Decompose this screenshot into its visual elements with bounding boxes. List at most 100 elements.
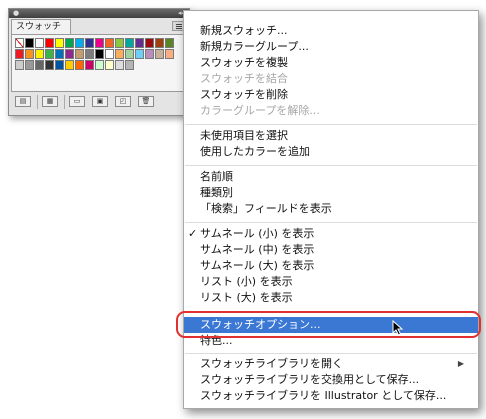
color-swatch[interactable] bbox=[125, 49, 134, 59]
menu-item-sort-by-name[interactable]: 名前順 bbox=[184, 169, 478, 185]
swatch-libraries-menu-button[interactable]: ▤ bbox=[15, 96, 31, 107]
new-swatch-button[interactable]: ◰ bbox=[115, 96, 131, 107]
panel-footer: ▤ ▦ ▭ ▣ ◰ 🗑 bbox=[9, 93, 189, 111]
color-swatch[interactable] bbox=[35, 49, 44, 59]
menu-lines-icon-line bbox=[176, 28, 182, 29]
color-swatch[interactable] bbox=[45, 49, 54, 59]
menu-item-label: スウォッチを複製 bbox=[200, 56, 288, 69]
menu-item-select-unused[interactable]: 未使用項目を選択 bbox=[184, 128, 478, 144]
color-swatch[interactable] bbox=[125, 38, 134, 48]
color-swatch[interactable] bbox=[145, 49, 154, 59]
color-swatch[interactable] bbox=[25, 38, 34, 48]
color-swatch[interactable] bbox=[45, 38, 54, 48]
divider bbox=[37, 95, 38, 109]
menu-item-small-list-view[interactable]: リスト (小) を表示 bbox=[184, 274, 478, 290]
menu-item-large-thumbnail-view[interactable]: サムネール (大) を表示 bbox=[184, 258, 478, 274]
color-swatch[interactable] bbox=[115, 38, 124, 48]
color-swatch[interactable] bbox=[15, 49, 24, 59]
annotation-highlight-ring bbox=[176, 311, 481, 338]
menu-item-ungroup-color-group: カラーグループを解除... bbox=[184, 103, 478, 119]
color-swatch[interactable] bbox=[65, 60, 74, 70]
color-swatch[interactable] bbox=[165, 38, 174, 48]
menu-item-label: サムネール (大) を表示 bbox=[200, 259, 315, 272]
show-swatch-kinds-button[interactable]: ▦ bbox=[42, 96, 58, 107]
color-swatch[interactable] bbox=[125, 60, 134, 70]
menu-item-label: サムネール (中) を表示 bbox=[200, 243, 315, 256]
menu-item-merge-swatches: スウォッチを結合 bbox=[184, 71, 478, 87]
menu-item-label: リスト (小) を表示 bbox=[200, 275, 293, 288]
menu-item-label: スウォッチを削除 bbox=[200, 88, 288, 101]
menu-item-new-swatch[interactable]: 新規スウォッチ... bbox=[184, 23, 478, 39]
color-swatch[interactable] bbox=[25, 49, 34, 59]
color-swatch[interactable] bbox=[145, 38, 154, 48]
color-swatch[interactable] bbox=[135, 49, 144, 59]
menu-item-add-used-colors[interactable]: 使用したカラーを追加 bbox=[184, 144, 478, 160]
new-color-group-button[interactable]: ▣ bbox=[92, 96, 108, 107]
color-swatch[interactable] bbox=[35, 38, 44, 48]
color-swatch[interactable] bbox=[75, 38, 84, 48]
divider bbox=[64, 95, 65, 109]
close-icon[interactable]: ● bbox=[13, 10, 19, 17]
menu-item-delete-swatch[interactable]: スウォッチを削除 bbox=[184, 87, 478, 103]
swatch-options-button[interactable]: ▭ bbox=[69, 96, 85, 107]
submenu-arrow-icon: ▶ bbox=[457, 359, 464, 368]
color-swatch[interactable] bbox=[85, 38, 94, 48]
tab-swatches[interactable]: スウォッチ bbox=[11, 19, 71, 34]
menu-item-sort-by-kind[interactable]: 種類別 bbox=[184, 185, 478, 201]
menu-item-save-library-as-exchange[interactable]: スウォッチライブラリを交換用として保存... bbox=[184, 372, 478, 388]
menu-item-label: 名前順 bbox=[200, 170, 233, 183]
swatch-none[interactable] bbox=[15, 38, 24, 48]
menu-item-label: スウォッチを結合 bbox=[200, 72, 288, 85]
color-swatch[interactable] bbox=[155, 49, 164, 59]
menu-item-label: カラーグループを解除... bbox=[200, 104, 320, 117]
menu-item-duplicate-swatch[interactable]: スウォッチを複製 bbox=[184, 55, 478, 71]
menu-item-small-thumbnail-view[interactable]: ✓ サムネール (小) を表示 bbox=[184, 226, 478, 242]
color-swatch[interactable] bbox=[55, 49, 64, 59]
color-swatch[interactable] bbox=[65, 38, 74, 48]
color-swatch[interactable] bbox=[45, 60, 54, 70]
color-swatch[interactable] bbox=[35, 60, 44, 70]
color-swatch[interactable] bbox=[135, 38, 144, 48]
color-swatch[interactable] bbox=[85, 60, 94, 70]
color-swatch[interactable] bbox=[165, 49, 174, 59]
panel-flyout-menu: 新規スウォッチ... 新規カラーグループ... スウォッチを複製 スウォッチを結… bbox=[183, 10, 479, 409]
color-swatch[interactable] bbox=[115, 60, 124, 70]
color-swatch[interactable] bbox=[95, 38, 104, 48]
color-swatch[interactable] bbox=[55, 38, 64, 48]
menu-item-label: 種類別 bbox=[200, 186, 233, 199]
color-swatch[interactable] bbox=[105, 38, 114, 48]
color-swatch[interactable] bbox=[105, 49, 114, 59]
color-swatch[interactable] bbox=[75, 49, 84, 59]
menu-item-new-color-group[interactable]: 新規カラーグループ... bbox=[184, 39, 478, 55]
menu-item-label: スウォッチライブラリを交換用として保存... bbox=[200, 373, 420, 386]
swatches-panel: ● ◂◂ スウォッチ ▤ ▦ ▭ ▣ ◰ 🗑 bbox=[8, 8, 190, 116]
menu-lines-icon-line bbox=[176, 26, 182, 27]
color-swatch[interactable] bbox=[75, 60, 84, 70]
color-swatch[interactable] bbox=[25, 60, 34, 70]
menu-item-large-list-view[interactable]: リスト (大) を表示 bbox=[184, 290, 478, 306]
color-swatch[interactable] bbox=[155, 38, 164, 48]
color-swatch[interactable] bbox=[95, 49, 104, 59]
swatch-area bbox=[11, 34, 187, 92]
menu-separator bbox=[185, 353, 477, 354]
color-swatch[interactable] bbox=[65, 49, 74, 59]
color-swatch[interactable] bbox=[95, 60, 104, 70]
color-swatch[interactable] bbox=[115, 49, 124, 59]
color-swatch[interactable] bbox=[105, 60, 114, 70]
color-swatch[interactable] bbox=[15, 60, 24, 70]
menu-item-medium-thumbnail-view[interactable]: サムネール (中) を表示 bbox=[184, 242, 478, 258]
menu-separator bbox=[185, 165, 477, 166]
menu-item-label: リスト (大) を表示 bbox=[200, 291, 293, 304]
checkmark-icon: ✓ bbox=[188, 227, 198, 240]
delete-swatch-button[interactable]: 🗑 bbox=[138, 96, 154, 107]
color-swatch[interactable] bbox=[55, 60, 64, 70]
menu-item-open-swatch-library[interactable]: スウォッチライブラリを開く ▶ bbox=[184, 356, 478, 372]
menu-item-label: 「検索」フィールドを表示 bbox=[200, 202, 332, 215]
menu-lines-icon bbox=[176, 24, 182, 25]
menu-item-label: サムネール (小) を表示 bbox=[200, 227, 315, 240]
menu-item-save-library-as-illustrator[interactable]: スウォッチライブラリを Illustrator として保存... bbox=[184, 388, 478, 404]
menu-item-show-find-field[interactable]: 「検索」フィールドを表示 bbox=[184, 201, 478, 217]
menu-item-label: 新規スウォッチ... bbox=[200, 24, 288, 37]
menu-item-label: スウォッチライブラリを開く bbox=[200, 357, 343, 370]
color-swatch[interactable] bbox=[85, 49, 94, 59]
